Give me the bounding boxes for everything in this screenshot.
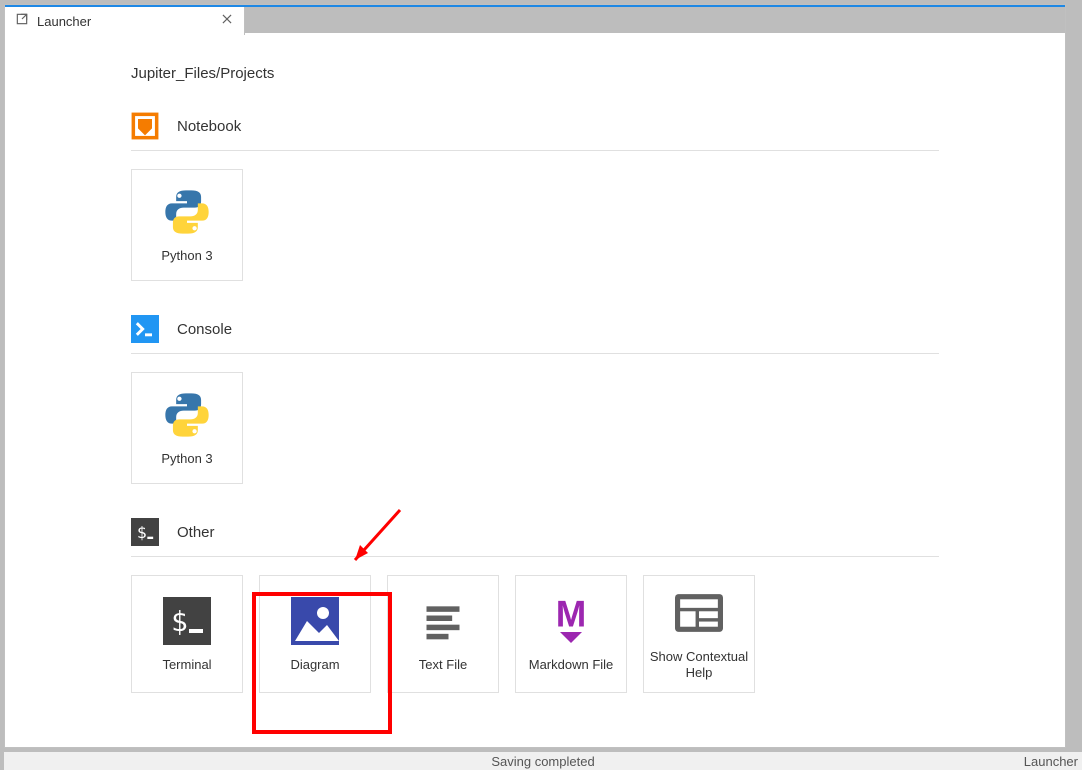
other-card-contextual-help[interactable]: Show Contextual Help [643,575,755,693]
other-card-textfile[interactable]: Text File [387,575,499,693]
terminal-icon: $ [161,595,213,647]
section-header-other: $ Other [131,512,939,557]
contextual-help-icon [673,587,725,639]
status-bar: Saving completed Launcher [4,752,1082,770]
other-cards-row: $ Terminal Diagram [131,557,939,721]
section-header-notebook: Notebook [131,106,939,151]
status-right: Launcher [1024,754,1078,769]
terminal-section-icon: $ [131,518,159,546]
status-center: Saving completed [491,754,594,769]
tab-bar: Launcher [5,5,1065,33]
notebook-icon [131,112,159,140]
text-file-icon [417,595,469,647]
launcher-window: Launcher Jupiter_Files/Projects Noteb [4,4,1066,748]
svg-text:$: $ [137,523,147,542]
card-label: Diagram [286,657,343,673]
diagram-icon [289,595,341,647]
tab-title: Launcher [37,14,91,29]
launch-icon [15,12,29,31]
section-header-console: Console [131,309,939,354]
console-icon [131,315,159,343]
python-icon [161,186,213,238]
breadcrumb[interactable]: Jupiter_Files/Projects [131,65,939,82]
notebook-card-python3[interactable]: Python 3 [131,169,243,281]
svg-text:M: M [556,599,587,635]
python-icon [161,389,213,441]
section-title-notebook: Notebook [177,118,241,135]
svg-text:$: $ [171,605,188,638]
notebook-cards-row: Python 3 [131,151,939,309]
other-card-markdown[interactable]: M Markdown File [515,575,627,693]
close-icon[interactable] [220,12,234,31]
card-label: Text File [415,657,471,673]
section-title-other: Other [177,524,215,541]
card-label: Terminal [158,657,215,673]
other-card-diagram[interactable]: Diagram [259,575,371,693]
markdown-icon: M [545,595,597,647]
card-label: Markdown File [525,657,618,673]
card-label: Python 3 [157,248,216,264]
launcher-content: Jupiter_Files/Projects Notebook [5,33,1065,747]
other-card-terminal[interactable]: $ Terminal [131,575,243,693]
section-title-console: Console [177,321,232,338]
card-label: Show Contextual Help [644,649,754,680]
console-cards-row: Python 3 [131,354,939,512]
card-label: Python 3 [157,451,216,467]
tab-launcher[interactable]: Launcher [5,7,245,35]
console-card-python3[interactable]: Python 3 [131,372,243,484]
